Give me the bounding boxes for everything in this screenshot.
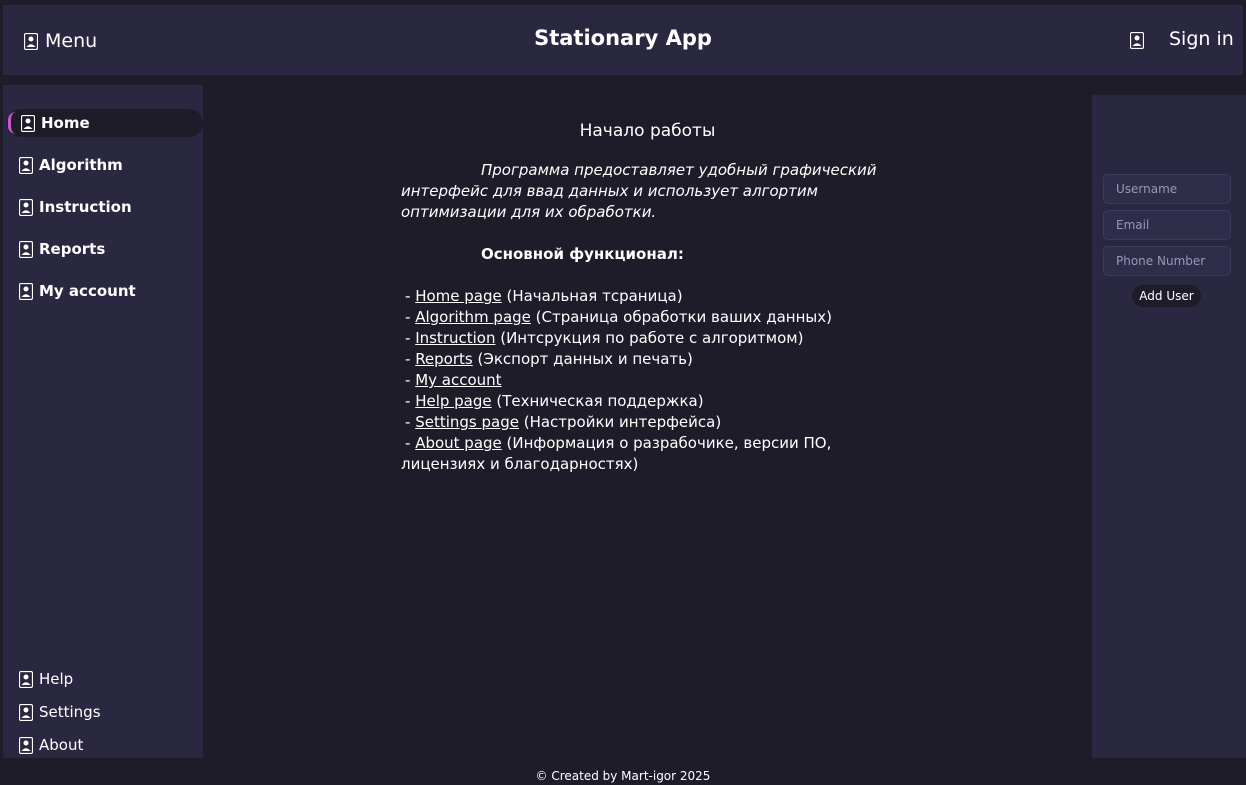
- sign-in-button[interactable]: Sign in: [1169, 28, 1234, 50]
- content-body: Программа предоставляет удобный графичес…: [401, 160, 901, 475]
- sidebar-item-label: About: [39, 736, 84, 754]
- page-title: Начало работы: [579, 121, 716, 141]
- sidebar-item-about[interactable]: About: [19, 733, 83, 757]
- sidebar-item-label: Settings: [39, 703, 101, 721]
- list-item: - Home page (Начальная тсраница): [405, 287, 683, 305]
- sidebar-item-label: My account: [39, 282, 136, 300]
- sidebar-item-algorithm[interactable]: Algorithm: [19, 151, 123, 179]
- instruction-link[interactable]: Instruction: [415, 329, 495, 347]
- sidebar-item-home[interactable]: Home: [7, 109, 203, 137]
- sidebar-item-label: Home: [41, 114, 90, 132]
- user-icon: [19, 282, 33, 300]
- list-item: - Instruction (Интсрукция по работе с ал…: [405, 329, 804, 347]
- sidebar-item-reports[interactable]: Reports: [19, 235, 105, 263]
- footer-text: © Created by Mart-igor 2025: [535, 769, 711, 783]
- settings-page-link[interactable]: Settings page: [415, 413, 519, 431]
- feature-desc: (Техническая поддержка): [491, 392, 704, 410]
- list-item: - Help page (Техническая поддержка): [405, 392, 704, 410]
- user-icon: [19, 670, 33, 688]
- sidebar-item-help[interactable]: Help: [19, 667, 73, 691]
- sidebar-item-label: Instruction: [39, 198, 132, 216]
- phone-number-input[interactable]: [1103, 246, 1231, 276]
- list-item: - About page (Информация о разрабочике, …: [401, 434, 832, 473]
- home-page-link[interactable]: Home page: [415, 287, 502, 305]
- about-page-link[interactable]: About page: [415, 434, 502, 452]
- user-icon: [19, 156, 33, 174]
- feature-desc: (Экспорт данных и печать): [472, 350, 693, 368]
- user-icon: [19, 736, 33, 754]
- user-icon: [19, 198, 33, 216]
- sidebar-item-label: Help: [39, 670, 74, 688]
- feature-list: - Home page (Начальная тсраница) - Algor…: [401, 286, 901, 475]
- list-item: - Settings page (Настройки интерфейса): [405, 413, 722, 431]
- list-item: - My account: [405, 371, 502, 389]
- reports-link[interactable]: Reports: [415, 350, 473, 368]
- sidebar-item-my-account[interactable]: My account: [19, 277, 136, 305]
- list-item: - Algorithm page (Страница обработки ваш…: [405, 308, 832, 326]
- intro-paragraph: Программа предоставляет удобный графичес…: [401, 161, 877, 221]
- sidebar-item-settings[interactable]: Settings: [19, 700, 101, 724]
- main-content: Начало работы Программа предоставляет уд…: [203, 95, 1092, 758]
- sidebar-item-label: Reports: [39, 240, 106, 258]
- app-header: Menu Stationary App Sign in: [3, 5, 1243, 75]
- user-form-panel: Add User: [1092, 95, 1246, 758]
- feature-desc: (Страница обработки ваших данных): [530, 308, 832, 326]
- features-heading: Основной функционал:: [481, 245, 684, 263]
- user-icon: [21, 114, 35, 132]
- username-input[interactable]: [1103, 174, 1231, 204]
- user-icon: [19, 703, 33, 721]
- app-title: Stationary App: [534, 26, 712, 50]
- help-page-link[interactable]: Help page: [415, 392, 491, 410]
- feature-desc: (Интсрукция по работе с алгоритмом): [495, 329, 804, 347]
- sidebar-item-label: Algorithm: [39, 156, 123, 174]
- email-input[interactable]: [1103, 210, 1231, 240]
- sidebar-item-instruction[interactable]: Instruction: [19, 193, 132, 221]
- user-icon[interactable]: [1130, 32, 1144, 49]
- my-account-link[interactable]: My account: [415, 371, 501, 389]
- sidebar: Home Algorithm Instruction Reports My ac…: [3, 85, 203, 758]
- add-user-button[interactable]: Add User: [1132, 285, 1201, 307]
- list-item: - Reports (Экспорт данных и печать): [405, 350, 693, 368]
- feature-desc: (Начальная тсраница): [501, 287, 683, 305]
- feature-desc: (Настройки интерфейса): [518, 413, 722, 431]
- user-icon: [19, 240, 33, 258]
- algorithm-page-link[interactable]: Algorithm page: [415, 308, 531, 326]
